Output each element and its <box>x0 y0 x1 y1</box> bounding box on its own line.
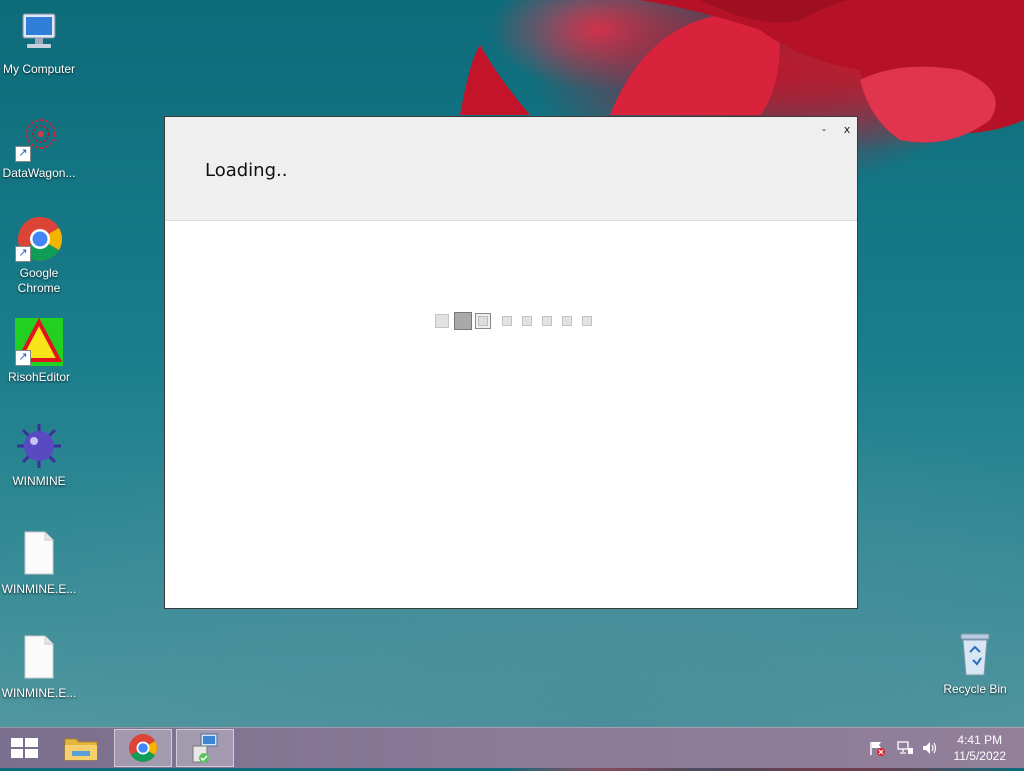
chrome-icon: ↗ <box>15 214 63 262</box>
window-header: Loading.. - x <box>165 117 857 221</box>
close-button[interactable]: x <box>838 122 856 138</box>
spinner-square <box>435 314 449 328</box>
folder-icon <box>64 738 98 761</box>
clock-date: 11/5/2022 <box>953 749 1007 763</box>
datawagon-icon: ↗ <box>15 114 63 162</box>
desktop-icon-winmine[interactable]: WINMINE <box>0 422 81 489</box>
taskbar-clock[interactable]: 4:41 PM 11/5/2022 <box>954 732 1007 764</box>
minimize-button[interactable]: - <box>815 122 833 138</box>
desktop-icon-label: DataWagon... <box>2 166 76 180</box>
shortcut-arrow-icon: ↗ <box>15 146 31 162</box>
desktop-icon-label: RisohEditor <box>7 370 71 384</box>
shortcut-arrow-icon: ↗ <box>15 350 31 366</box>
spinner-square <box>562 316 572 326</box>
recycle-bin-icon <box>951 630 999 678</box>
desktop-icon-winmine-file-2[interactable]: WINMINE.E... <box>0 634 81 701</box>
spinner-square <box>542 316 552 326</box>
mine-icon <box>15 422 63 470</box>
action-center-flag-icon[interactable] <box>868 740 886 756</box>
loading-status-text: Loading.. <box>205 160 288 181</box>
desktop-icon-label: WINMINE <box>12 474 66 488</box>
desktop-icon-datawagon[interactable]: ↗ DataWagon... <box>0 114 81 181</box>
desktop-icon-winmine-file-1[interactable]: WINMINE.E... <box>0 530 81 597</box>
spinner-square <box>502 316 512 326</box>
desktop-icon-label: My Computer <box>2 62 76 76</box>
taskbar-installer[interactable] <box>176 729 234 767</box>
file-icon <box>15 530 63 578</box>
desktop-icon-label: Recycle Bin <box>943 682 1007 696</box>
spinner-square <box>475 313 491 329</box>
chrome-icon <box>129 734 157 762</box>
desktop-icon-label: Google Chrome <box>17 266 61 295</box>
taskbar-chrome[interactable] <box>114 729 172 767</box>
installer-icon <box>192 733 218 763</box>
taskbar: 4:41 PM 11/5/2022 <box>0 727 1024 768</box>
taskbar-file-explorer[interactable] <box>52 729 110 767</box>
desktop-icon-label: WINMINE.E... <box>1 686 77 700</box>
computer-icon <box>15 10 63 58</box>
network-icon[interactable] <box>896 740 914 756</box>
spinner-square <box>522 316 532 326</box>
risoheditor-icon: ↗ <box>15 317 63 366</box>
clock-time: 4:41 PM <box>957 733 1003 747</box>
spinner-square-active <box>454 312 472 330</box>
desktop-icon-recycle-bin[interactable]: Recycle Bin <box>933 630 1017 697</box>
file-icon <box>15 634 63 682</box>
desktop-icon-google-chrome[interactable]: ↗ Google Chrome <box>0 214 81 296</box>
desktop-icon-risoheditor[interactable]: ↗ RisohEditor <box>0 317 81 385</box>
spinner-square <box>582 316 592 326</box>
shortcut-arrow-icon: ↗ <box>15 246 31 262</box>
loading-window: Loading.. - x <box>164 116 858 609</box>
desktop-icon-my-computer[interactable]: My Computer <box>0 10 81 77</box>
loading-spinner <box>435 312 602 330</box>
windows-logo-icon <box>11 738 38 758</box>
start-button[interactable] <box>0 729 48 767</box>
desktop-icon-label: WINMINE.E... <box>1 582 77 596</box>
volume-icon[interactable] <box>921 740 939 756</box>
